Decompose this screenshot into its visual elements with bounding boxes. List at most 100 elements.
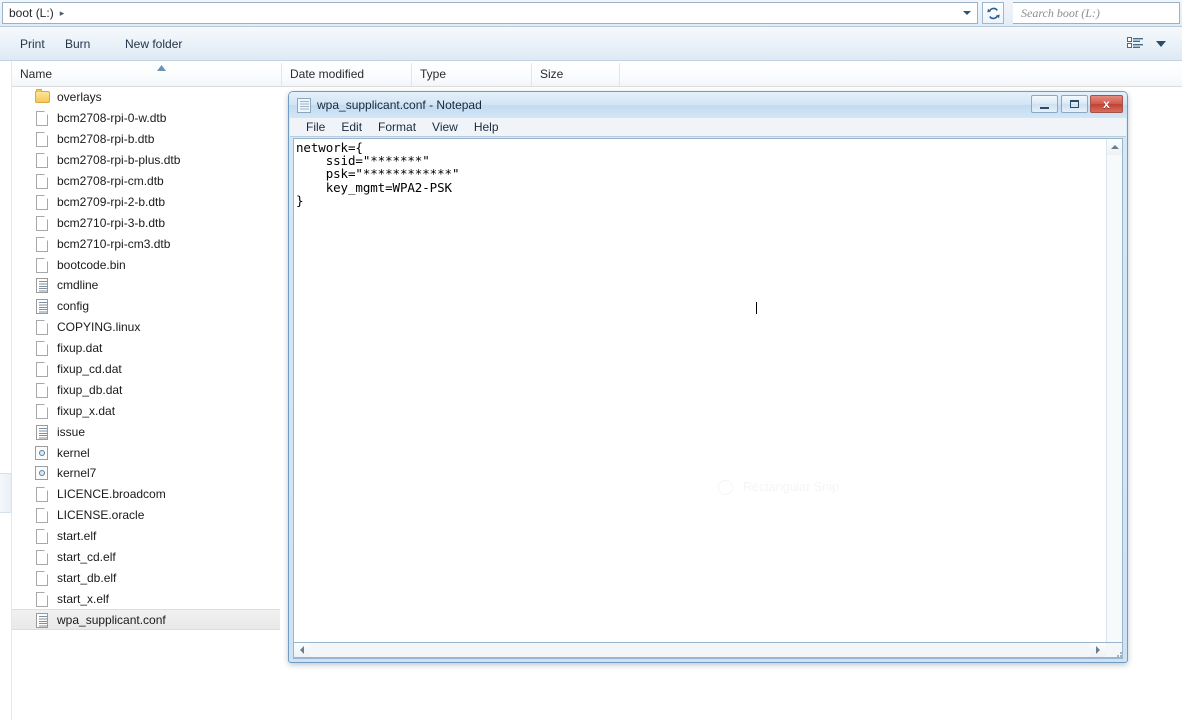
command-bar: Print Burn New folder	[0, 27, 1182, 61]
file-name-label: bcm2708-rpi-0-w.dtb	[57, 111, 166, 125]
scroll-left-button[interactable]	[294, 643, 310, 657]
file-list-item[interactable]: bcm2710-rpi-cm3.dtb	[12, 233, 280, 254]
search-box[interactable]: Search boot (L:)	[1013, 2, 1180, 24]
file-name-label: start_cd.elf	[57, 550, 116, 564]
text-document-icon	[36, 299, 48, 314]
menu-help[interactable]: Help	[466, 118, 507, 136]
notepad-title-bar[interactable]: wpa_supplicant.conf - Notepad	[289, 92, 1127, 118]
file-icon-wrap	[34, 89, 50, 105]
file-list-item[interactable]: fixup_cd.dat	[12, 359, 280, 380]
change-view-button[interactable]	[1124, 34, 1146, 54]
document-icon	[36, 216, 48, 231]
file-icon-wrap	[34, 424, 50, 440]
document-icon	[36, 508, 48, 523]
file-name-label: bcm2710-rpi-cm3.dtb	[57, 237, 170, 251]
file-list-item[interactable]: cmdline	[12, 275, 280, 296]
horizontal-scrollbar[interactable]	[293, 642, 1123, 658]
view-options-dropdown[interactable]	[1152, 34, 1170, 54]
vertical-scrollbar-track[interactable]	[1107, 155, 1122, 642]
file-icon-wrap	[34, 612, 50, 628]
minimize-button[interactable]	[1031, 95, 1058, 113]
file-list-item[interactable]: kernel7	[12, 463, 280, 484]
notepad-text-content[interactable]: network={ ssid="*******" psk="**********…	[296, 141, 1088, 207]
menu-view[interactable]: View	[424, 118, 466, 136]
column-header-size[interactable]: Size	[532, 63, 620, 86]
file-list-item[interactable]: wpa_supplicant.conf	[12, 609, 280, 630]
file-list-item[interactable]: start.elf	[12, 526, 280, 547]
file-name-label: bcm2708-rpi-b-plus.dtb	[57, 153, 180, 167]
file-list-item[interactable]: start_x.elf	[12, 588, 280, 609]
file-name-label: start_x.elf	[57, 592, 109, 606]
binary-file-icon	[35, 466, 48, 480]
file-list-item[interactable]: kernel	[12, 442, 280, 463]
file-list-item[interactable]: start_db.elf	[12, 567, 280, 588]
file-name-label: config	[57, 299, 89, 313]
address-bar[interactable]: boot (L:) ▸	[2, 2, 978, 24]
address-history-dropdown[interactable]	[958, 4, 976, 22]
file-icon-wrap	[34, 236, 50, 252]
menu-format[interactable]: Format	[370, 118, 424, 136]
text-document-icon	[36, 613, 48, 628]
column-header-name[interactable]: Name	[12, 63, 282, 86]
document-icon	[36, 571, 48, 586]
file-list-item[interactable]: fixup.dat	[12, 338, 280, 359]
close-icon: x	[1103, 97, 1110, 111]
file-list-item[interactable]: overlays	[12, 87, 280, 108]
file-icon-wrap	[34, 528, 50, 544]
file-name-label: fixup_db.dat	[57, 383, 122, 397]
file-list-item[interactable]: bcm2708-rpi-0-w.dtb	[12, 108, 280, 129]
column-header-date-modified[interactable]: Date modified	[282, 63, 412, 86]
menu-edit[interactable]: Edit	[333, 118, 370, 136]
file-icon-wrap	[34, 570, 50, 586]
document-icon	[36, 487, 48, 502]
close-button[interactable]: x	[1090, 95, 1123, 113]
menu-file[interactable]: File	[298, 118, 333, 136]
text-cursor	[756, 302, 757, 314]
navigation-bar: boot (L:) ▸ Search boot (L:)	[0, 0, 1182, 27]
document-icon	[36, 132, 48, 147]
view-layout-icon	[1127, 37, 1144, 51]
resize-grip-icon[interactable]	[1112, 647, 1124, 659]
breadcrumb-chevron-icon[interactable]: ▸	[56, 3, 71, 23]
file-list-item[interactable]: issue	[12, 421, 280, 442]
file-list-item[interactable]: fixup_x.dat	[12, 400, 280, 421]
file-name-label: bcm2709-rpi-2-b.dtb	[57, 195, 165, 209]
file-list-item[interactable]: bcm2710-rpi-3-b.dtb	[12, 212, 280, 233]
file-list-item[interactable]: bcm2709-rpi-2-b.dtb	[12, 191, 280, 212]
minimize-icon	[1040, 107, 1049, 109]
burn-button[interactable]: Burn	[59, 34, 96, 54]
scroll-right-button[interactable]	[1090, 643, 1106, 657]
document-icon	[36, 550, 48, 565]
search-input[interactable]: Search boot (L:)	[1013, 6, 1100, 21]
file-icon-wrap	[34, 110, 50, 126]
file-name-label: overlays	[57, 90, 102, 104]
notepad-text-area[interactable]: network={ ssid="*******" psk="**********…	[293, 138, 1123, 659]
scroll-up-button[interactable]	[1107, 139, 1122, 155]
file-list-item[interactable]: config	[12, 296, 280, 317]
file-list-item[interactable]: bootcode.bin	[12, 254, 280, 275]
breadcrumb-item-boot[interactable]: boot (L:)	[3, 3, 56, 23]
pane-splitter-handle[interactable]	[0, 473, 12, 513]
file-list-item[interactable]: LICENSE.oracle	[12, 505, 280, 526]
file-name-label: COPYING.linux	[57, 320, 140, 334]
file-list-item[interactable]: bcm2708-rpi-cm.dtb	[12, 171, 280, 192]
new-folder-button[interactable]: New folder	[119, 34, 188, 54]
binary-file-icon	[35, 446, 48, 460]
chevron-down-icon	[1156, 41, 1166, 47]
file-name-label: LICENSE.oracle	[57, 508, 144, 522]
maximize-button[interactable]	[1061, 95, 1088, 113]
refresh-button[interactable]	[982, 2, 1004, 24]
file-list-item[interactable]: LICENCE.broadcom	[12, 484, 280, 505]
vertical-scrollbar[interactable]	[1106, 139, 1122, 658]
snip-mode-icon	[718, 480, 733, 495]
file-list-item[interactable]: fixup_db.dat	[12, 379, 280, 400]
file-name-label: bootcode.bin	[57, 258, 126, 272]
column-header-type[interactable]: Type	[412, 63, 532, 86]
notepad-window: wpa_supplicant.conf - Notepad x File Edi…	[288, 91, 1128, 663]
file-list-item[interactable]: COPYING.linux	[12, 317, 280, 338]
notepad-document-icon	[297, 98, 311, 113]
file-list-item[interactable]: bcm2708-rpi-b-plus.dtb	[12, 150, 280, 171]
file-list-item[interactable]: bcm2708-rpi-b.dtb	[12, 129, 280, 150]
print-button[interactable]: Print	[14, 34, 51, 54]
file-list-item[interactable]: start_cd.elf	[12, 547, 280, 568]
